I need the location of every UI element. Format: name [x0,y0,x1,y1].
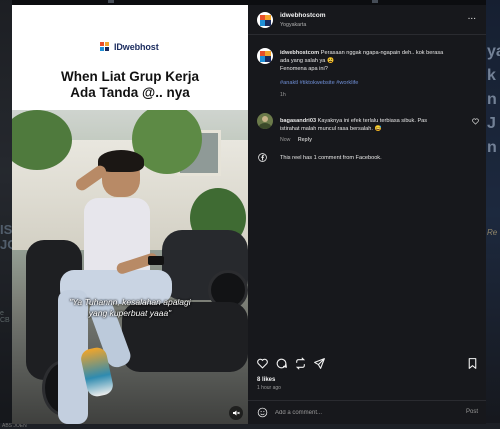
like-heart-icon[interactable] [256,357,269,370]
post-header: idwebhostcom Yogyakarta ... [248,5,486,35]
background-left-small: e CB [0,310,10,324]
brand-logo-icon [100,42,110,52]
save-bookmark-icon[interactable] [466,357,479,370]
caption-age: 1h [280,92,286,98]
video-caption: "Ya Tuhannn, kesalahan apalagi yang kupe… [12,297,248,319]
caption-text: Perasaan nggak ngapa-ngapain deh.. kok b… [320,50,444,56]
caption-text-line: Fenomena apa ini? [280,66,328,72]
author-avatar[interactable] [257,12,273,28]
add-comment-input[interactable] [275,407,445,419]
reply-button[interactable]: Reply [298,137,312,143]
media-banner: IDwebhost When Liat Grup Kerja Ada Tanda… [12,5,248,110]
background-left-post: IS JOEN e CB [0,0,12,429]
background-top-mark [372,0,378,3]
commenter-avatar[interactable] [257,113,273,129]
caption-line: yang kuperbuat yaaa" [88,308,172,318]
headline-line: Ada Tanda @.. nya [70,85,190,100]
comment-meta: Now Reply [280,137,466,143]
post-caption: idwebhostcom Perasaan nggak ngapa-ngapai… [280,49,480,98]
author-username[interactable]: idwebhostcom [280,12,326,19]
background-right-text: ya k n J n [487,43,500,156]
facebook-comment-note: This reel has 1 comment from Facebook. [280,155,382,161]
photo-phone [148,256,164,265]
background-right-small: Re [487,228,498,237]
media-headline: When Liat Grup Kerja Ada Tanda @.. nya [12,69,248,101]
repost-icon[interactable] [294,357,307,370]
background-right-post: ya k n J n Re [486,0,500,429]
post-panel: idwebhostcom Yogyakarta ... idwebhostcom… [248,5,486,424]
commenter-username[interactable]: bagasandri03 [280,118,316,124]
caption-author-avatar[interactable] [257,48,273,64]
mute-button[interactable] [229,406,243,420]
comment-text-line: istirahat malah muncul rasa bersalah. 😅 [280,126,382,132]
action-bar [248,353,486,375]
add-comment-bar: Post [248,400,486,424]
reel-media[interactable]: IDwebhost When Liat Grup Kerja Ada Tanda… [12,5,248,424]
caption-line: "Ya Tuhannn, kesalahan apalagi [69,297,191,307]
more-options-button[interactable]: ... [468,12,476,22]
post-comment-button[interactable]: Post [466,409,478,415]
post-location[interactable]: Yogyakarta [280,22,306,28]
background-left-text: IS JOEN [0,222,12,252]
caption-text-line: ada yang salah ya 😫 [280,58,334,64]
share-send-icon[interactable] [313,357,326,370]
comment-text-line: bagasandri03 Kayaknya ini efek terlalu t… [280,117,466,125]
comment-item: bagasandri03 Kayaknya ini efek terlalu t… [280,117,466,143]
comment-bubble-icon[interactable] [275,357,288,370]
post-timestamp: 1 hour ago [257,385,281,391]
comment-like-heart-icon[interactable] [472,118,479,125]
caption-hashtags[interactable]: #anaktl #tiktokwebsite #worklife [280,79,480,87]
speaker-muted-icon [233,410,240,416]
brand-logo: IDwebhost [100,42,159,52]
comment-text: Kayaknya ini efek terlalu terbiasa sibuk… [317,118,428,124]
caption-username[interactable]: idwebhostcom [280,50,319,56]
caption-text-line: idwebhostcom Perasaan nggak ngapa-ngapai… [280,49,480,57]
background-top-mark [108,0,114,3]
facebook-icon [258,153,267,162]
comment-age: Now [280,137,291,143]
emoji-icon[interactable] [257,407,268,418]
like-count[interactable]: 8 likes [257,377,275,383]
reel-photo [12,110,248,424]
brand-name: IDwebhost [114,42,159,52]
headline-line: When Liat Grup Kerja [60,69,199,84]
